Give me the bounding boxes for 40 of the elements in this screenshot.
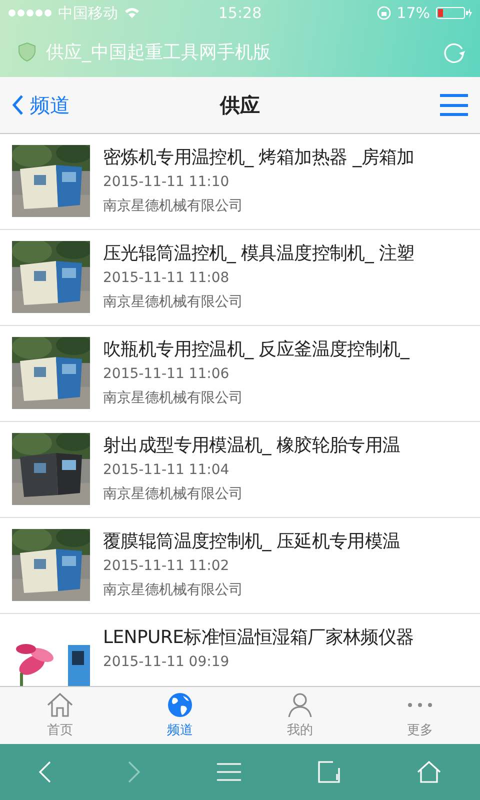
nav-title: 供应	[220, 92, 260, 118]
back-arrow-button[interactable]	[38, 760, 52, 784]
forward-arrow-button[interactable]	[126, 760, 141, 784]
page-title: 供应_中国起重工具网手机版	[46, 40, 272, 64]
menu-icon[interactable]	[216, 762, 242, 782]
item-title[interactable]: 压光辊筒温控机_ 模具温度控制机_ 注塑	[103, 241, 414, 265]
carrier-name: 中国移动	[58, 4, 118, 22]
item-title[interactable]: 覆膜辊筒温度控制机_ 压延机专用模温	[103, 529, 400, 553]
item-date: 2015-11-11 11:10	[103, 173, 230, 192]
signal-icon	[8, 9, 52, 17]
item-company: 南京星德机械有限公司	[103, 485, 244, 504]
chevron-left-icon	[12, 94, 24, 116]
user-icon	[287, 692, 313, 718]
item-date: 2015-11-11 11:06	[103, 365, 230, 384]
item-title[interactable]: 射出成型专用模温机_ 橡胶轮胎专用温	[103, 433, 400, 457]
tab[interactable]: 频道	[120, 687, 240, 744]
item-date: 2015-11-11 11:02	[103, 557, 230, 576]
more-icon	[408, 703, 432, 707]
home-icon	[46, 692, 74, 718]
item-date: 2015-11-11 11:08	[103, 269, 230, 288]
tabs-icon[interactable]	[317, 760, 342, 784]
rotation-lock-icon	[376, 6, 391, 20]
battery-icon	[436, 7, 472, 19]
item-company: 南京星德机械有限公司	[103, 293, 244, 312]
menu-button[interactable]	[440, 94, 468, 116]
item-company: 南京星德机械有限公司	[103, 197, 244, 216]
item-company: 南京星德机械有限公司	[103, 581, 244, 600]
item-company: 南京星德机械有限公司	[103, 389, 244, 408]
item-title[interactable]: LENPURE标准恒温恒湿箱厂家林频仪器	[103, 625, 414, 649]
clock-time: 15:28	[218, 4, 262, 22]
shield-icon	[18, 42, 36, 62]
item-title[interactable]: 吹瓶机专用控温机_ 反应釜温度控制机_	[103, 337, 410, 361]
battery-percent: 17%	[396, 4, 430, 22]
home-icon[interactable]	[416, 760, 442, 784]
item-title[interactable]: 密炼机专用温控机_ 烤箱加热器 _房箱加	[103, 145, 414, 169]
item-date: 2015-11-11 09:19	[103, 653, 230, 672]
globe-icon	[167, 692, 193, 718]
wifi-icon	[124, 7, 140, 19]
back-button[interactable]: 频道	[12, 92, 70, 118]
item-date: 2015-11-11 11:04	[103, 461, 230, 480]
